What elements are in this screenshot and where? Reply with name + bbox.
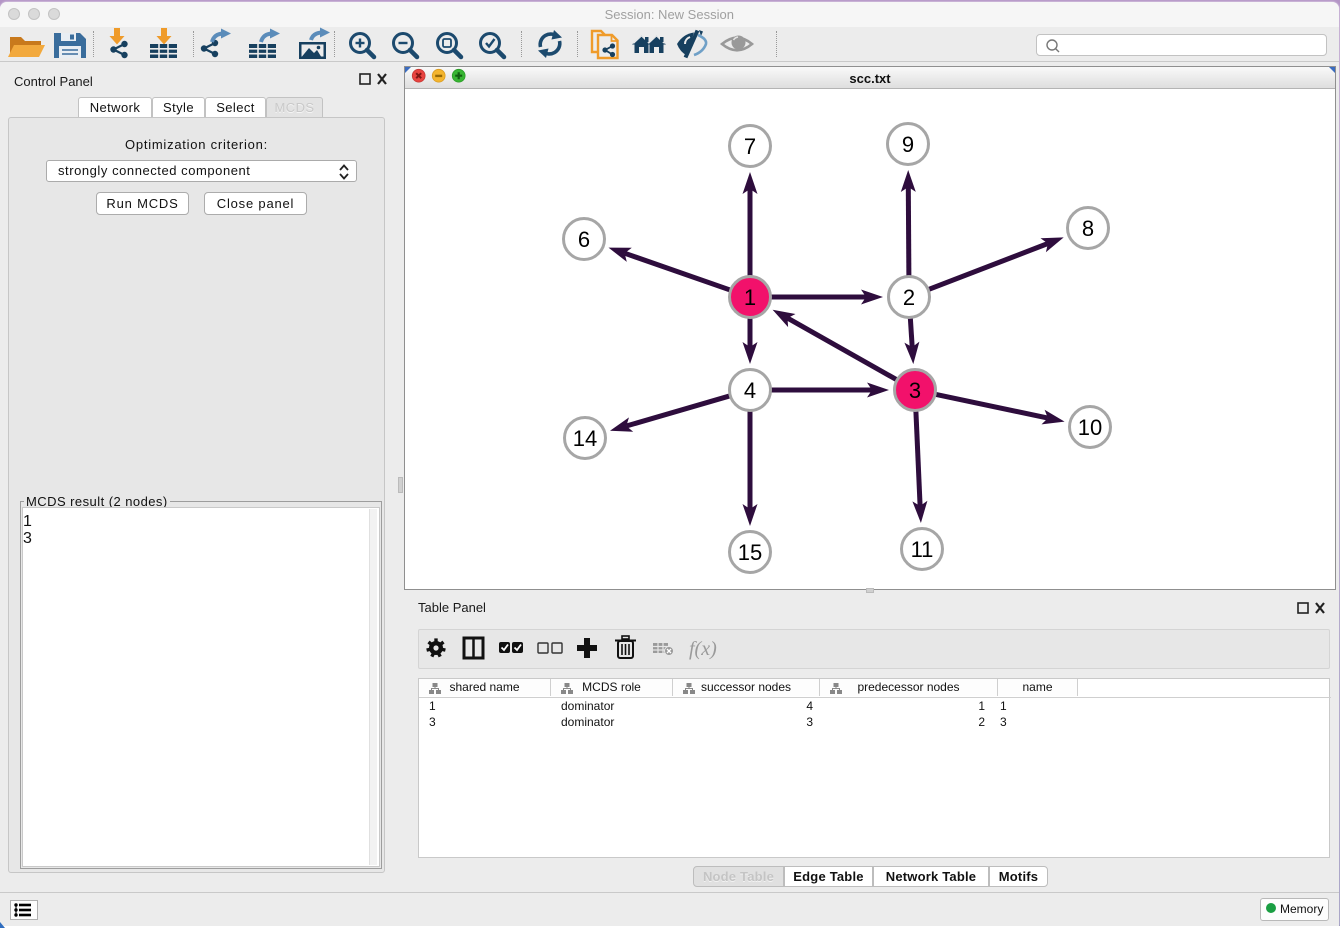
- svg-text:f(x): f(x): [689, 638, 717, 660]
- svg-text:8: 8: [1082, 216, 1094, 241]
- svg-text:9: 9: [902, 132, 914, 157]
- svg-text:14: 14: [573, 426, 597, 451]
- svg-text:1: 1: [744, 285, 756, 310]
- svg-text:2: 2: [903, 285, 915, 310]
- svg-text:7: 7: [744, 134, 756, 159]
- svg-text:15: 15: [738, 540, 762, 565]
- svg-text:10: 10: [1078, 415, 1102, 440]
- svg-text:6: 6: [578, 227, 590, 252]
- svg-text:11: 11: [911, 537, 934, 562]
- svg-text:4: 4: [744, 378, 756, 403]
- svg-text:3: 3: [909, 378, 921, 403]
